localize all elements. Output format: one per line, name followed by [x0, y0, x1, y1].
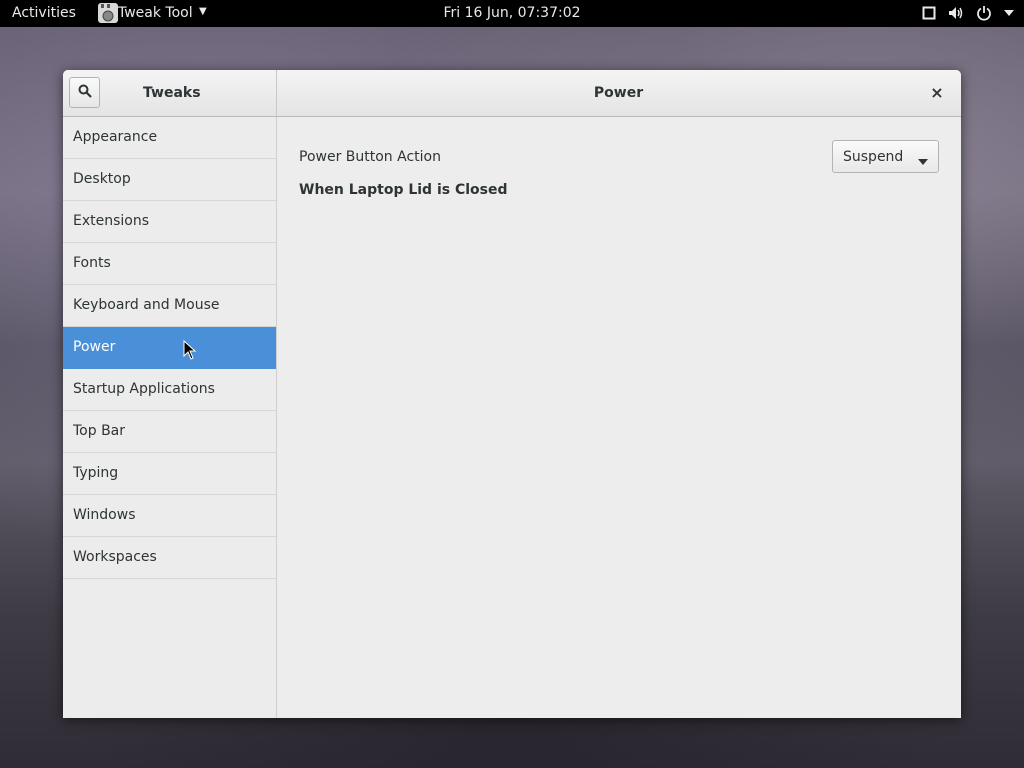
- sidebar-item-keyboard-and-mouse[interactable]: Keyboard and Mouse: [63, 285, 276, 327]
- sidebar-item-startup-applications[interactable]: Startup Applications: [63, 369, 276, 411]
- sidebar-item-label: Extensions: [73, 213, 150, 229]
- mouse-pointer-icon: [183, 339, 197, 365]
- sidebar-item-label: Fonts: [73, 255, 111, 271]
- sidebar: Appearance Desktop Extensions Fonts Keyb…: [63, 117, 277, 718]
- sidebar-item-appearance[interactable]: Appearance: [63, 117, 276, 159]
- page-title: Power: [593, 85, 644, 101]
- close-button[interactable]: ×: [929, 82, 945, 102]
- search-button[interactable]: [69, 77, 100, 108]
- search-icon: [78, 83, 92, 102]
- sidebar-item-workspaces[interactable]: Workspaces: [63, 537, 276, 579]
- sidebar-item-label: Typing: [73, 465, 119, 481]
- sidebar-item-label: Workspaces: [73, 549, 157, 565]
- sidebar-item-label: Power: [73, 339, 116, 355]
- sidebar-item-windows[interactable]: Windows: [63, 495, 276, 537]
- power-settings-panel: Power Button Action Suspend When Laptop …: [277, 117, 961, 718]
- power-button-action-label: Power Button Action: [299, 149, 441, 165]
- sidebar-item-desktop[interactable]: Desktop: [63, 159, 276, 201]
- sidebar-item-extensions[interactable]: Extensions: [63, 201, 276, 243]
- sidebar-item-label: Desktop: [73, 171, 131, 187]
- chevron-down-icon: [918, 154, 928, 170]
- dropdown-value: Suspend: [843, 149, 904, 165]
- top-bar: Activities Tweak Tool ▼ Fri 16 Jun, 07:3…: [0, 0, 1024, 27]
- close-icon: ×: [930, 82, 944, 102]
- sidebar-item-label: Windows: [73, 507, 136, 523]
- header-bar: Tweaks Power ×: [63, 70, 961, 117]
- sidebar-header: Tweaks: [63, 70, 277, 116]
- sidebar-item-power[interactable]: Power: [63, 327, 276, 369]
- system-tray[interactable]: [922, 3, 1014, 23]
- sidebar-item-label: Startup Applications: [73, 381, 215, 397]
- tweak-tool-window: Tweaks Power × Appearance Desktop Extens…: [63, 70, 961, 718]
- power-icon[interactable]: [976, 5, 992, 21]
- volume-icon[interactable]: [948, 6, 964, 20]
- clock[interactable]: Fri 16 Jun, 07:37:02: [0, 5, 1024, 21]
- window-icon[interactable]: [922, 6, 936, 20]
- sidebar-item-label: Keyboard and Mouse: [73, 297, 220, 313]
- laptop-lid-heading: When Laptop Lid is Closed: [299, 182, 508, 198]
- power-button-action-dropdown[interactable]: Suspend: [832, 140, 939, 173]
- sidebar-item-fonts[interactable]: Fonts: [63, 243, 276, 285]
- sidebar-item-label: Top Bar: [73, 423, 126, 439]
- chevron-down-icon[interactable]: [1004, 9, 1014, 17]
- sidebar-item-label: Appearance: [73, 129, 158, 145]
- sidebar-title: Tweaks: [143, 85, 201, 101]
- sidebar-item-typing[interactable]: Typing: [63, 453, 276, 495]
- sidebar-item-top-bar[interactable]: Top Bar: [63, 411, 276, 453]
